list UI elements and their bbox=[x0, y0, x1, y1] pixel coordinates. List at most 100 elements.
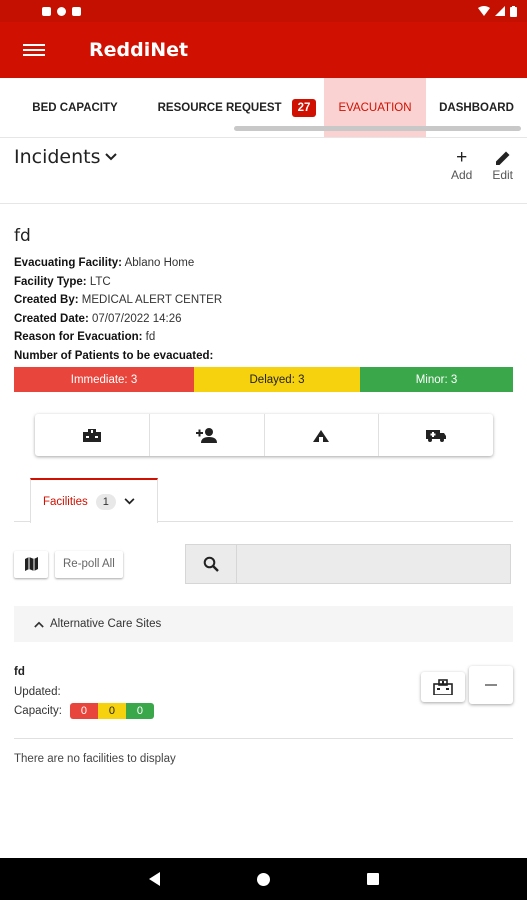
incident-icon-toolbar bbox=[35, 414, 493, 456]
system-icons bbox=[478, 5, 517, 17]
capacity-label: Capacity: bbox=[14, 704, 62, 717]
triage-delayed: Delayed: 3 bbox=[194, 367, 360, 392]
ambulance-button[interactable] bbox=[379, 414, 493, 456]
incident-actions: + Add Edit bbox=[450, 147, 513, 183]
facility-actions bbox=[421, 666, 513, 720]
field-value: Ablano Home bbox=[124, 257, 195, 269]
hospital-icon bbox=[82, 429, 101, 442]
menu-icon[interactable] bbox=[23, 44, 45, 56]
incidents-dropdown[interactable]: Incidents bbox=[14, 146, 117, 168]
capacity-yellow: 0 bbox=[97, 702, 126, 719]
back-icon[interactable] bbox=[148, 872, 160, 886]
field-value: fd bbox=[145, 331, 156, 343]
system-nav-bar bbox=[0, 858, 527, 900]
field-facility-type: Facility Type: LTC bbox=[14, 273, 513, 292]
field-label: Reason for Evacuation: bbox=[14, 331, 143, 343]
triage-immediate: Immediate: 3 bbox=[14, 367, 194, 392]
resource-request-badge: 27 bbox=[291, 98, 317, 117]
hospital-icon bbox=[433, 679, 453, 695]
chevron-down-icon bbox=[104, 153, 117, 161]
tab-label: EVACUATION bbox=[338, 101, 412, 114]
add-label: Add bbox=[450, 168, 473, 182]
capacity-green: 0 bbox=[125, 702, 154, 719]
signal-icon bbox=[495, 6, 505, 16]
facility-name: fd bbox=[14, 666, 25, 678]
chevron-down-icon bbox=[124, 498, 135, 505]
tab-label: RESOURCE REQUEST bbox=[157, 101, 282, 114]
search-input[interactable] bbox=[236, 544, 511, 584]
remove-facility-button[interactable] bbox=[469, 666, 513, 704]
battery-icon bbox=[510, 5, 517, 17]
facilities-subtabs: Facilities 1 bbox=[14, 478, 513, 523]
pencil-icon bbox=[495, 151, 510, 165]
acs-label: Alternative Care Sites bbox=[50, 618, 162, 630]
add-person-button[interactable] bbox=[150, 414, 265, 456]
field-patient-count: Number of Patients to be evacuated: bbox=[14, 347, 513, 366]
incidents-header: Incidents + Add Edit bbox=[0, 138, 527, 204]
map-button[interactable] bbox=[14, 551, 48, 578]
search-bar bbox=[184, 544, 511, 584]
tab-label: DASHBOARD bbox=[439, 101, 514, 114]
incident-name: fd bbox=[14, 226, 31, 246]
home-icon[interactable] bbox=[256, 872, 270, 886]
facility-hospital-button[interactable] bbox=[421, 672, 465, 702]
app-title: ReddiNet bbox=[89, 39, 189, 61]
chevron-up-icon bbox=[34, 621, 44, 628]
tab-scrollbar[interactable] bbox=[234, 126, 521, 131]
incident-details: fd Evacuating Facility: Ablano Home Faci… bbox=[0, 204, 527, 392]
shelter-button[interactable] bbox=[265, 414, 380, 456]
field-reason: Reason for Evacuation: fd bbox=[14, 328, 513, 347]
field-label: Created Date: bbox=[14, 312, 89, 325]
main-tabs: BED CAPACITY RESOURCE REQUEST 27 EVACUAT… bbox=[0, 78, 527, 138]
app-bar: ReddiNet bbox=[0, 22, 527, 78]
tab-facilities[interactable]: Facilities 1 bbox=[30, 478, 158, 523]
wifi-icon bbox=[478, 6, 490, 16]
facility-capacity: Capacity: 0 0 0 bbox=[14, 702, 154, 721]
facilities-toolbar: Re-poll All bbox=[14, 544, 513, 584]
facility-updated: Updated: bbox=[14, 683, 154, 702]
field-created-date: Created Date: 07/07/2022 14:26 bbox=[14, 310, 513, 329]
facility-row: fd Updated: Capacity: 0 0 0 bbox=[14, 666, 513, 739]
edit-button[interactable]: Edit bbox=[492, 148, 513, 182]
triage-bar: Immediate: 3 Delayed: 3 Minor: 3 bbox=[14, 367, 513, 392]
notification-icon bbox=[72, 6, 81, 16]
ambulance-icon bbox=[426, 430, 447, 442]
empty-facilities-message: There are no facilities to display bbox=[14, 753, 176, 765]
field-created-by: Created By: MEDICAL ALERT CENTER bbox=[14, 291, 513, 310]
capacity-counts: 0 0 0 bbox=[69, 702, 154, 719]
facility-info: fd Updated: Capacity: 0 0 0 bbox=[14, 666, 154, 720]
plus-icon: + bbox=[456, 147, 468, 168]
repoll-all-button[interactable]: Re-poll All bbox=[55, 551, 123, 578]
status-bar bbox=[0, 0, 527, 22]
notification-icon bbox=[42, 6, 51, 16]
recents-icon[interactable] bbox=[366, 873, 379, 885]
field-value: 07/07/2022 14:26 bbox=[91, 312, 182, 325]
search-button[interactable] bbox=[184, 544, 237, 584]
field-label: Evacuating Facility: bbox=[14, 257, 123, 269]
edit-label: Edit bbox=[492, 168, 513, 182]
capacity-red: 0 bbox=[69, 702, 98, 719]
tab-bed-capacity[interactable]: BED CAPACITY bbox=[0, 78, 150, 137]
facilities-count-badge: 1 bbox=[95, 493, 116, 510]
search-icon bbox=[203, 556, 219, 572]
tab-label: BED CAPACITY bbox=[32, 101, 118, 114]
field-value: MEDICAL ALERT CENTER bbox=[81, 294, 223, 306]
add-button[interactable]: + Add bbox=[450, 147, 473, 183]
field-value: LTC bbox=[89, 275, 111, 288]
updated-label: Updated: bbox=[14, 686, 61, 698]
hospital-button[interactable] bbox=[35, 414, 150, 456]
notification-icons bbox=[42, 6, 81, 16]
minus-icon bbox=[485, 684, 497, 686]
field-label: Created By: bbox=[14, 294, 79, 306]
field-label: Number of Patients to be evacuated: bbox=[14, 349, 214, 362]
add-person-icon bbox=[195, 428, 217, 443]
field-evacuating-facility: Evacuating Facility: Ablano Home bbox=[14, 254, 513, 273]
triage-minor: Minor: 3 bbox=[360, 367, 513, 392]
incidents-title: Incidents bbox=[14, 146, 101, 168]
notification-icon bbox=[57, 6, 66, 16]
shelter-icon bbox=[313, 430, 330, 442]
map-icon bbox=[24, 557, 38, 571]
alternative-care-sites-header[interactable]: Alternative Care Sites bbox=[14, 606, 513, 642]
facilities-tab-label: Facilities bbox=[43, 495, 88, 508]
field-label: Facility Type: bbox=[14, 275, 87, 288]
